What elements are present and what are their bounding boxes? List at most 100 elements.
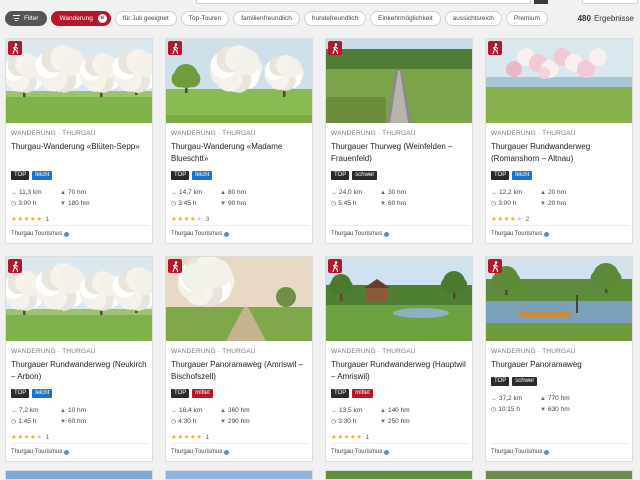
distance: ↔ 14,7 km	[171, 189, 202, 196]
duration-value: 10:15 h	[498, 406, 520, 413]
hiking-icon	[8, 259, 22, 273]
distance: ↔ 7,2 km	[11, 407, 39, 414]
tour-title[interactable]: Thurgauer Rundwanderweg (Hauptwil – Amri…	[331, 359, 471, 383]
duration-value: 3:45 h	[178, 200, 197, 207]
filter-label: Filter	[24, 14, 39, 22]
star-icons: ★★★★★	[171, 434, 203, 441]
source-name: Thurgau Tourismus	[491, 231, 543, 237]
distance-value: 13,5 km	[339, 407, 363, 414]
rating-count: 1	[45, 434, 50, 441]
clock-icon: ◷	[331, 419, 337, 425]
chip-premium[interactable]: Premium	[505, 10, 548, 26]
ascent: ▲ 10 hm	[60, 407, 86, 414]
tour-card[interactable]: WANDERUNG · THURGAU Thurgauer Panoramaweg…	[165, 256, 313, 462]
card-partial[interactable]	[485, 470, 633, 480]
chip-juli[interactable]: für Juli geeignet	[114, 10, 177, 26]
distance-icon: ↔	[171, 408, 177, 414]
tour-source[interactable]: Thurgau Tourismus	[11, 231, 70, 237]
ascent-icon: ▲	[540, 396, 546, 402]
chip-aussichtsreich[interactable]: aussichtsreich	[444, 10, 502, 26]
verified-icon	[64, 449, 70, 455]
duration-value: 3:00 h	[498, 200, 517, 207]
descent: ▼ 60 hm	[380, 200, 406, 207]
divider	[491, 225, 629, 226]
filter-button[interactable]: Filter	[5, 10, 48, 26]
tour-card[interactable]: WANDERUNG · THURGAU Thurgauer Rundwanderw…	[485, 38, 633, 244]
ascent: ▲ 80 hm	[220, 189, 246, 196]
top-badge: TOP	[331, 171, 350, 180]
filter-bar: Filter Wanderung × für Juli geeignet Top…	[0, 6, 640, 30]
ascent-icon: ▲	[540, 190, 546, 196]
tour-title[interactable]: Thurgauer Rundwanderweg (Neukirch – Arbo…	[11, 359, 151, 383]
card-partial[interactable]	[325, 470, 473, 480]
tour-image[interactable]	[166, 257, 312, 341]
chip-einkehr[interactable]: Einkehrmöglichkeit	[370, 10, 441, 26]
tour-card[interactable]: WANDERUNG · THURGAU Thurgau-Wanderung «Ma…	[165, 38, 313, 244]
hiking-icon	[488, 41, 502, 55]
tour-image[interactable]	[486, 39, 632, 123]
ascent-icon: ▲	[220, 190, 226, 196]
search-button[interactable]	[534, 0, 548, 4]
tour-image[interactable]	[326, 257, 472, 341]
descent-value: 290 hm	[227, 418, 250, 425]
tour-tags: TOP leicht	[11, 389, 55, 398]
card-partial[interactable]	[165, 470, 313, 480]
tour-card[interactable]: WANDERUNG · THURGAU Thurgau-Wanderung «Bl…	[5, 38, 153, 244]
tour-title[interactable]: Thurgau-Wanderung «Blüten-Sepp»	[11, 141, 151, 153]
tour-title[interactable]: Thurgauer Rundwanderweg (Romanshorn – Al…	[491, 141, 631, 165]
card-partial[interactable]	[5, 470, 153, 480]
results-number: 480	[577, 13, 591, 23]
tour-stats: ↔ 12,2 km ▲ 20 hm ◷ 3:00 h ▼ 20 hm	[491, 189, 631, 211]
top-badge: TOP	[491, 171, 510, 180]
tour-source[interactable]: Thurgau Tourismus	[491, 449, 550, 455]
tour-source[interactable]: Thurgau Tourismus	[331, 449, 390, 455]
tour-image[interactable]	[166, 39, 312, 123]
tour-source[interactable]: Thurgau Tourismus	[171, 231, 230, 237]
ascent-value: 80 hm	[227, 189, 247, 196]
tour-source[interactable]: Thurgau Tourismus	[171, 449, 230, 455]
duration-value: 4:30 h	[178, 418, 197, 425]
ascent: ▲ 770 hm	[540, 395, 570, 402]
tour-image[interactable]	[486, 257, 632, 341]
ascent-value: 70 hm	[67, 189, 87, 196]
tour-image[interactable]	[6, 39, 152, 123]
tour-source[interactable]: Thurgau Tourismus	[491, 231, 550, 237]
tour-title[interactable]: Thurgau-Wanderung «Madame Blueschtt»	[171, 141, 311, 165]
tour-card[interactable]: WANDERUNG · THURGAU Thurgauer Panoramaweg…	[485, 256, 633, 462]
descent-value: 630 hm	[547, 406, 570, 413]
chip-wanderung[interactable]: Wanderung ×	[51, 10, 111, 26]
rating-count: 1	[45, 216, 50, 223]
distance-icon: ↔	[11, 190, 17, 196]
tour-title[interactable]: Thurgauer Panoramaweg	[491, 359, 631, 371]
filter-icon	[13, 14, 20, 23]
tour-category: WANDERUNG · THURGAU	[11, 348, 96, 355]
ascent-value: 10 hm	[67, 407, 87, 414]
search-input[interactable]	[196, 0, 531, 4]
tour-stats: ↔ 11,3 km ▲ 70 hm ◷ 3:00 h ▼ 180 hm	[11, 189, 151, 211]
remove-chip-icon[interactable]: ×	[97, 13, 107, 23]
chip-label: familienfreundlich	[241, 14, 292, 22]
chip-label: Premium	[513, 14, 540, 22]
tour-title[interactable]: Thurgauer Thurweg (Weinfelden – Frauenfe…	[331, 141, 471, 165]
tour-category: WANDERUNG · THURGAU	[331, 130, 416, 137]
chip-familienfreundlich[interactable]: familienfreundlich	[233, 10, 300, 26]
chip-label: aussichtsreich	[452, 14, 494, 22]
verified-icon	[384, 449, 390, 455]
tour-source[interactable]: Thurgau Tourismus	[11, 449, 70, 455]
tour-image[interactable]	[326, 39, 472, 123]
divider	[491, 443, 629, 444]
chip-hundefreundlich[interactable]: hundefreundlich	[303, 10, 367, 26]
tour-image[interactable]	[6, 257, 152, 341]
tour-card[interactable]: WANDERUNG · THURGAU Thurgauer Rundwanderw…	[5, 256, 153, 462]
descent-icon: ▼	[540, 407, 546, 413]
chip-label: hundefreundlich	[311, 14, 359, 22]
chip-top-touren[interactable]: Top-Touren	[180, 10, 230, 26]
tour-source[interactable]: Thurgau Tourismus	[331, 231, 390, 237]
distance-value: 12,2 km	[499, 189, 523, 196]
sort-select[interactable]	[582, 0, 638, 4]
tour-card[interactable]: WANDERUNG · THURGAU Thurgauer Thurweg (We…	[325, 38, 473, 244]
clock-icon: ◷	[11, 201, 17, 207]
tour-card[interactable]: WANDERUNG · THURGAU Thurgauer Rundwanderw…	[325, 256, 473, 462]
duration: ◷ 4:30 h	[171, 418, 196, 425]
tour-title[interactable]: Thurgauer Panoramaweg (Amriswil – Bischo…	[171, 359, 311, 383]
